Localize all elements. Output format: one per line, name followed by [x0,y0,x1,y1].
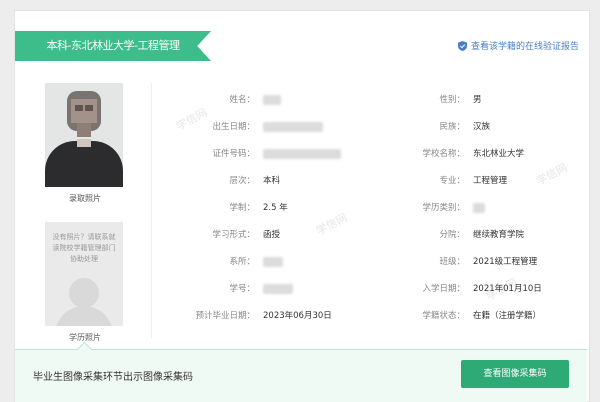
field-value [263,93,375,120]
verify-report-link[interactable]: 查看该学籍的在线验证报告 [457,39,579,52]
info-field: 学号： [165,282,375,309]
field-label: 学历类别： [422,203,465,213]
info-field: 性别： 男 [375,93,585,120]
field-label: 专业： [439,176,465,186]
field-value: 2021年01月10日 [473,284,542,294]
field-value [263,120,375,147]
info-field: 分院： 继续教育学院 [375,228,585,255]
info-row: 系所： 班级： 2021级工程管理 [165,255,585,282]
field-label: 学校名称： [422,149,465,159]
field-value [473,201,585,228]
column-divider [151,83,152,338]
field-value [263,282,375,309]
info-field: 班级： 2021级工程管理 [375,255,585,282]
redacted-value [473,202,485,213]
info-field: 民族： 汉族 [375,120,585,147]
student-info-fields: 姓名： 性别： 男出生日期： 民族： 汉族证件号码： 学校名称： 东北林业大学层次： 本科 专业… [165,93,585,336]
info-row: 学制： 2.5 年 学历类别： [165,201,585,228]
admission-photo-caption: 录取照片 [69,194,101,203]
info-field: 学历类别： [375,201,585,228]
info-field: 姓名： [165,93,375,120]
field-value: 东北林业大学 [473,149,525,159]
image-code-notice: 毕业生图像采集环节出示图像采集码 [33,372,193,383]
field-label: 学习形式： [212,230,255,240]
info-row: 出生日期： 民族： 汉族 [165,120,585,147]
placeholder-text: 没有照片？请联系就读院校学籍管理部门协助处理 [52,233,116,263]
info-row: 姓名： 性别： 男 [165,93,585,120]
field-value: 2.5 年 [263,203,288,213]
field-value [263,147,375,174]
field-label: 入学日期： [422,284,465,294]
field-label: 学籍状态： [422,311,465,321]
avatar-head-icon [69,278,99,308]
image-code-bar: 毕业生图像采集环节出示图像采集码 查看图像采集码 [15,341,587,402]
info-field: 系所： [165,255,375,282]
info-field: 专业： 工程管理 [375,174,585,201]
field-label: 学号： [229,284,255,294]
pointer-arrow [76,341,93,358]
field-label: 层次： [229,176,255,186]
info-field: 层次： 本科 [165,174,375,201]
field-value: 2021级工程管理 [473,257,538,267]
field-label: 民族： [439,122,465,132]
redacted-value [263,94,281,105]
field-label: 系所： [229,257,255,267]
info-field: 出生日期： [165,120,375,147]
info-field: 证件号码： [165,147,375,174]
record-title-banner: 本科-东北林业大学-工程管理 [15,31,211,61]
info-field: 学习形式： 函授 [165,228,375,255]
field-label: 证件号码： [212,149,255,159]
field-label: 性别： [439,95,465,105]
avatar-body-icon [55,306,113,326]
field-label: 姓名： [229,95,255,105]
admission-photo [45,83,123,187]
field-value: 工程管理 [473,176,508,186]
view-image-code-button[interactable]: 查看图像采集码 [461,360,569,388]
redacted-value [263,256,283,267]
shield-check-icon [457,40,467,51]
field-value: 本科 [263,176,281,186]
redacted-value [263,121,323,132]
info-field: 预计毕业日期： 2023年06月30日 [165,309,375,336]
field-value [263,255,375,282]
field-value: 函授 [263,230,281,240]
field-value: 汉族 [473,122,491,132]
info-field: 学籍状态： 在籍（注册学籍） [375,309,585,336]
field-value: 继续教育学院 [473,230,525,240]
info-row: 学号： 入学日期： 2021年01月10日 [165,282,585,309]
field-value: 男 [473,95,482,105]
photo-column: 录取照片 没有照片？请联系就读院校学籍管理部门协助处理 学历照片 [45,83,125,343]
info-row: 学习形式： 函授 分院： 继续教育学院 [165,228,585,255]
field-label: 出生日期： [212,122,255,132]
student-record-card: 本科-东北林业大学-工程管理 查看该学籍的在线验证报告 学信网 学信网 学信网 … [14,10,590,402]
redacted-value [263,283,293,294]
field-label: 学制： [229,203,255,213]
field-label: 班级： [439,257,465,267]
field-label: 分院： [439,230,465,240]
field-value: 2023年06月30日 [263,311,332,321]
verify-report-label: 查看该学籍的在线验证报告 [470,42,579,52]
info-field: 学制： 2.5 年 [165,201,375,228]
info-row: 证件号码： 学校名称： 东北林业大学 [165,147,585,174]
redacted-value [263,148,341,159]
info-field: 学校名称： 东北林业大学 [375,147,585,174]
info-row: 预计毕业日期： 2023年06月30日 学籍状态： 在籍（注册学籍） [165,309,585,336]
info-row: 层次： 本科 专业： 工程管理 [165,174,585,201]
field-label: 预计毕业日期： [195,311,255,321]
degree-photo-placeholder: 没有照片？请联系就读院校学籍管理部门协助处理 [45,222,123,326]
info-field: 入学日期： 2021年01月10日 [375,282,585,309]
field-value: 在籍（注册学籍） [473,311,542,321]
